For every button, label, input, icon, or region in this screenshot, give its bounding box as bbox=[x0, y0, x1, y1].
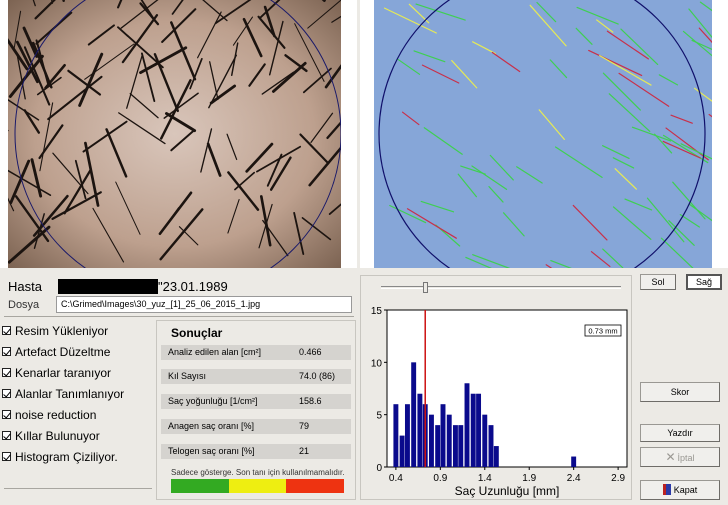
checkbox[interactable] bbox=[2, 410, 11, 419]
x-tick-label: 2.9 bbox=[611, 473, 625, 484]
histogram-bar bbox=[488, 425, 494, 467]
x-tick-label: 1.9 bbox=[522, 473, 536, 484]
result-row-density: Saç yoğunluğu [1/cm²] 158.6 bbox=[161, 394, 351, 409]
step-item[interactable]: Alanlar Tanımlanıyor bbox=[2, 383, 152, 404]
cancel-x-icon: ✕ bbox=[665, 450, 676, 464]
histogram-bar bbox=[411, 362, 417, 467]
histogram-bar bbox=[393, 404, 399, 467]
step-item[interactable]: Resim Yükleniyor bbox=[2, 320, 152, 341]
histogram-panel: 0.73 mm 0 5 10 15 0.4 0.9 1.4 1.9 2.4 2.9 Saç Uzunl… bbox=[360, 275, 632, 500]
step-item[interactable]: noise reduction bbox=[2, 404, 152, 425]
step-item[interactable]: Histogram Çiziliyor. bbox=[2, 446, 152, 467]
histogram-bar bbox=[417, 393, 423, 467]
histogram-bar bbox=[399, 435, 405, 467]
threshold-slider-track[interactable] bbox=[381, 286, 621, 289]
patient-name-redacted bbox=[58, 279, 158, 294]
step-item[interactable]: Kenarlar taranıyor bbox=[2, 362, 152, 383]
hair-detection-overlay bbox=[374, 0, 712, 268]
analysis-overlay-image bbox=[374, 0, 712, 268]
histogram-bar bbox=[476, 393, 482, 467]
file-label: Dosya bbox=[8, 299, 40, 311]
y-tick-label: 5 bbox=[376, 411, 382, 422]
y-tick-label: 15 bbox=[371, 306, 383, 317]
result-row-area: Analiz edilen alan [cm²] 0.466 bbox=[161, 345, 351, 360]
left-side-button[interactable]: Sol bbox=[640, 274, 676, 290]
result-row-anagen: Anagen saç oranı [%] 79 bbox=[161, 419, 351, 434]
step-item[interactable]: Kıllar Bulunuyor bbox=[2, 425, 152, 446]
print-button[interactable]: Yazdır bbox=[640, 424, 720, 442]
x-tick-label: 1.4 bbox=[478, 473, 492, 484]
patient-dob: "23.01.1989 bbox=[158, 279, 228, 294]
checkbox[interactable] bbox=[2, 368, 11, 377]
histogram-bar bbox=[571, 456, 577, 467]
result-row-hair-count: Kıl Sayısı 74.0 (86) bbox=[161, 369, 351, 384]
histogram-bar bbox=[446, 414, 452, 467]
x-axis-label: Saç Uzunluğu [mm] bbox=[455, 484, 560, 498]
exit-door-icon bbox=[662, 484, 671, 495]
scale-red bbox=[286, 479, 345, 493]
step-item[interactable]: Artefact Düzeltme bbox=[2, 341, 152, 362]
y-tick-label: 10 bbox=[371, 358, 383, 369]
cancel-button[interactable]: ✕ İptal bbox=[640, 447, 720, 467]
x-tick-label: 0.4 bbox=[389, 473, 403, 484]
results-panel: Sonuçlar Analiz edilen alan [cm²] 0.466 K… bbox=[156, 320, 356, 500]
processing-steps: Resim Yükleniyor Artefact Düzeltme Kenar… bbox=[2, 320, 152, 486]
checkbox[interactable] bbox=[2, 452, 11, 461]
scale-green bbox=[171, 479, 229, 493]
file-path-field[interactable]: C:\Grimed\Images\30_yuz_[1]_25_06_2015_1… bbox=[56, 296, 352, 313]
x-tick-label: 0.9 bbox=[433, 473, 447, 484]
histogram-bar bbox=[464, 383, 470, 467]
dermoscopy-photo bbox=[8, 0, 341, 268]
separator bbox=[4, 488, 152, 489]
checkbox[interactable] bbox=[2, 347, 11, 356]
results-title: Sonuçlar bbox=[171, 326, 223, 340]
severity-color-scale bbox=[171, 479, 345, 493]
right-side-button[interactable]: Sağ bbox=[686, 274, 722, 290]
histogram-bar bbox=[458, 425, 464, 467]
histogram-bar bbox=[435, 425, 441, 467]
histogram-bar bbox=[452, 425, 458, 467]
analysis-panel bbox=[360, 0, 728, 268]
checkbox[interactable] bbox=[2, 431, 11, 440]
dermoscopy-image bbox=[8, 0, 341, 268]
score-button[interactable]: Skor bbox=[640, 382, 720, 402]
histogram-bar bbox=[493, 446, 499, 467]
histogram-bar bbox=[470, 393, 476, 467]
scale-yellow bbox=[228, 479, 287, 493]
separator bbox=[4, 316, 354, 317]
y-tick-label: 0 bbox=[376, 463, 382, 474]
result-row-telogen: Telogen saç oranı [%] 21 bbox=[161, 444, 351, 459]
histogram-bar bbox=[428, 414, 434, 467]
histogram-bar bbox=[440, 404, 446, 467]
checkbox[interactable] bbox=[2, 326, 11, 335]
checkbox[interactable] bbox=[2, 389, 11, 398]
disclaimer-text: Sadece gösterge. Son tanı için kullanılm… bbox=[171, 468, 345, 477]
length-histogram: 0.73 mm 0 5 10 15 0.4 0.9 1.4 1.9 2.4 2.9 Saç Uzunl… bbox=[371, 306, 628, 498]
histogram-bar bbox=[404, 404, 410, 467]
marker-value-label: 0.73 mm bbox=[588, 327, 617, 336]
patient-label: Hasta bbox=[8, 279, 42, 294]
histogram-bar bbox=[482, 414, 488, 467]
photo-panel bbox=[0, 0, 357, 268]
threshold-slider-thumb[interactable] bbox=[423, 282, 428, 293]
x-tick-label: 2.4 bbox=[567, 473, 581, 484]
close-button[interactable]: Kapat bbox=[640, 480, 720, 500]
